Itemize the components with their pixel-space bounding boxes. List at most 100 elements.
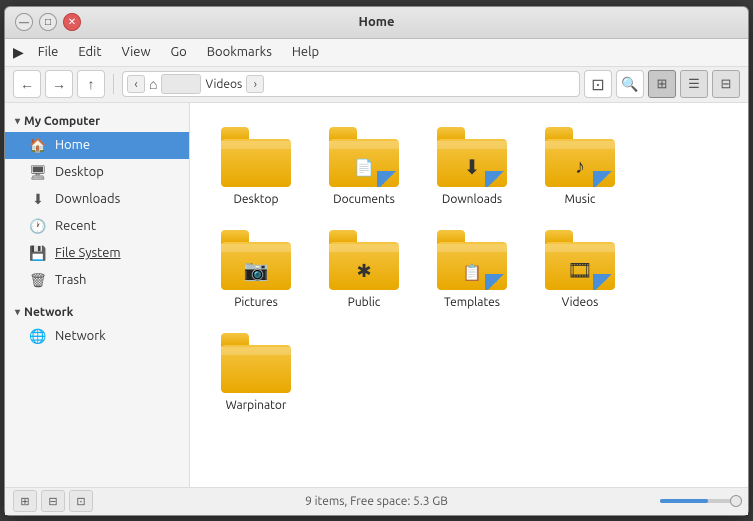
search-button[interactable]: 🔍: [616, 70, 644, 98]
toolbar-separator: [113, 74, 114, 94]
file-grid: Desktop 📄 Documents: [206, 119, 732, 420]
main-content: ▾ My Computer 🏠 Home 🖥 Desktop ⬇ Downloa…: [5, 103, 748, 487]
file-item-public[interactable]: ✱ Public: [314, 222, 414, 317]
templates-overlay: 📋: [462, 263, 482, 282]
sidebar-item-downloads-label: Downloads: [55, 192, 120, 206]
maximize-button[interactable]: □: [39, 13, 57, 31]
menu-view[interactable]: View: [113, 43, 158, 61]
statusbar-btn-1[interactable]: ⊞: [13, 490, 37, 512]
menu-bookmarks[interactable]: Bookmarks: [199, 43, 280, 61]
forward-button[interactable]: →: [45, 70, 73, 98]
minimize-button[interactable]: —: [15, 13, 33, 31]
docs-overlay: 📄: [354, 158, 374, 177]
menu-file[interactable]: File: [30, 43, 67, 61]
grid-view-button[interactable]: ⊞: [648, 70, 676, 98]
filesystem-icon: 💾: [29, 245, 47, 262]
my-computer-section[interactable]: ▾ My Computer: [5, 111, 189, 132]
sidebar-item-desktop-label: Desktop: [55, 165, 104, 179]
menu-help[interactable]: Help: [284, 43, 327, 61]
file-item-templates[interactable]: 📋 Templates: [422, 222, 522, 317]
slider-fill: [660, 499, 708, 503]
sidebar: ▾ My Computer 🏠 Home 🖥 Desktop ⬇ Downloa…: [5, 103, 190, 487]
back-button[interactable]: ←: [13, 70, 41, 98]
statusbar-text: 9 items, Free space: 5.3 GB: [93, 495, 660, 508]
path-display: [161, 74, 201, 94]
location-bar: ‹ ⌂ Videos ›: [122, 71, 580, 97]
file-item-documents[interactable]: 📄 Documents: [314, 119, 414, 214]
toolbar: ← → ↑ ‹ ⌂ Videos › ⊡ 🔍 ⊞ ☰ ⊟: [5, 67, 748, 103]
file-name-desktop: Desktop: [233, 193, 278, 206]
statusbar: ⊞ ⊟ ⊡ 9 items, Free space: 5.3 GB: [5, 487, 748, 515]
menu-edit[interactable]: Edit: [70, 43, 109, 61]
file-name-music: Music: [565, 193, 596, 206]
section-arrow: ▾: [15, 115, 20, 127]
up-button[interactable]: ↑: [77, 70, 105, 98]
downloads-icon: ⬇: [29, 191, 47, 208]
file-name-warpinator: Warpinator: [226, 399, 287, 412]
window-controls: — □ ✕: [15, 13, 81, 31]
file-name-templates: Templates: [444, 296, 500, 309]
file-name-documents: Documents: [333, 193, 395, 206]
list-view-button[interactable]: ☰: [680, 70, 708, 98]
file-name-videos: Videos: [562, 296, 599, 309]
folder-icon-pictures: 📷: [221, 230, 291, 290]
close-button[interactable]: ✕: [63, 13, 81, 31]
detail-view-button[interactable]: ⊟: [712, 70, 740, 98]
titlebar: — □ ✕ Home: [5, 7, 748, 39]
statusbar-btn-3[interactable]: ⊡: [69, 490, 93, 512]
file-name-public: Public: [348, 296, 381, 309]
home-nav-icon[interactable]: ⌂: [149, 76, 157, 92]
music-overlay: ♪: [575, 154, 585, 179]
file-item-music[interactable]: ♪ Music: [530, 119, 630, 214]
sidebar-item-trash[interactable]: 🗑 Trash: [5, 267, 189, 294]
file-item-warpinator[interactable]: Warpinator: [206, 325, 306, 420]
my-computer-label: My Computer: [24, 115, 100, 128]
sidebar-item-filesystem-label: File System: [55, 246, 121, 260]
sidebar-item-recent[interactable]: 🕐 Recent: [5, 213, 189, 240]
sidebar-item-downloads[interactable]: ⬇ Downloads: [5, 186, 189, 213]
network-icon: 🌐: [29, 328, 47, 345]
folder-icon-templates: 📋: [437, 230, 507, 290]
network-label: Network: [24, 306, 73, 319]
folder-icon-documents: 📄: [329, 127, 399, 187]
zoom-fit-button[interactable]: ⊡: [584, 70, 612, 98]
sidebar-item-network[interactable]: 🌐 Network: [5, 323, 189, 350]
statusbar-buttons: ⊞ ⊟ ⊡: [13, 490, 93, 512]
breadcrumb-item: Videos: [205, 78, 242, 91]
recent-icon: 🕐: [29, 218, 47, 235]
slider-thumb[interactable]: [730, 495, 742, 507]
folder-icon-desktop: [221, 127, 291, 187]
sidebar-item-home-label: Home: [55, 138, 90, 152]
view-controls: ⊡ 🔍 ⊞ ☰ ⊟: [584, 70, 740, 98]
file-item-pictures[interactable]: 📷 Pictures: [206, 222, 306, 317]
nav-right-button[interactable]: ›: [246, 75, 264, 93]
pictures-overlay: 📷: [244, 258, 269, 282]
nav-left-button[interactable]: ‹: [127, 75, 145, 93]
menu-go[interactable]: Go: [163, 43, 195, 61]
file-item-desktop[interactable]: Desktop: [206, 119, 306, 214]
file-area: Desktop 📄 Documents: [190, 103, 748, 487]
sidebar-item-recent-label: Recent: [55, 219, 96, 233]
breadcrumb: Videos: [205, 78, 242, 91]
slider-track[interactable]: [660, 499, 740, 503]
cursor-icon: ▶: [13, 44, 24, 61]
folder-icon-public: ✱: [329, 230, 399, 290]
sidebar-item-trash-label: Trash: [55, 273, 86, 287]
sidebar-item-home[interactable]: 🏠 Home: [5, 132, 189, 159]
file-item-videos[interactable]: 🎞 Videos: [530, 222, 630, 317]
folder-icon-music: ♪: [545, 127, 615, 187]
sidebar-item-network-label: Network: [55, 329, 106, 343]
statusbar-btn-2[interactable]: ⊟: [41, 490, 65, 512]
desktop-icon: 🖥: [29, 164, 47, 181]
sidebar-item-filesystem[interactable]: 💾 File System: [5, 240, 189, 267]
trash-icon: 🗑: [29, 272, 47, 289]
zoom-slider[interactable]: [660, 499, 740, 503]
file-item-downloads[interactable]: ⬇ Downloads: [422, 119, 522, 214]
network-arrow: ▾: [15, 306, 20, 318]
videos-overlay: 🎞: [567, 258, 592, 282]
sidebar-item-desktop[interactable]: 🖥 Desktop: [5, 159, 189, 186]
network-section[interactable]: ▾ Network: [5, 302, 189, 323]
downloads-overlay: ⬇: [464, 155, 481, 179]
window-title: Home: [81, 15, 672, 29]
public-overlay: ✱: [356, 261, 371, 282]
